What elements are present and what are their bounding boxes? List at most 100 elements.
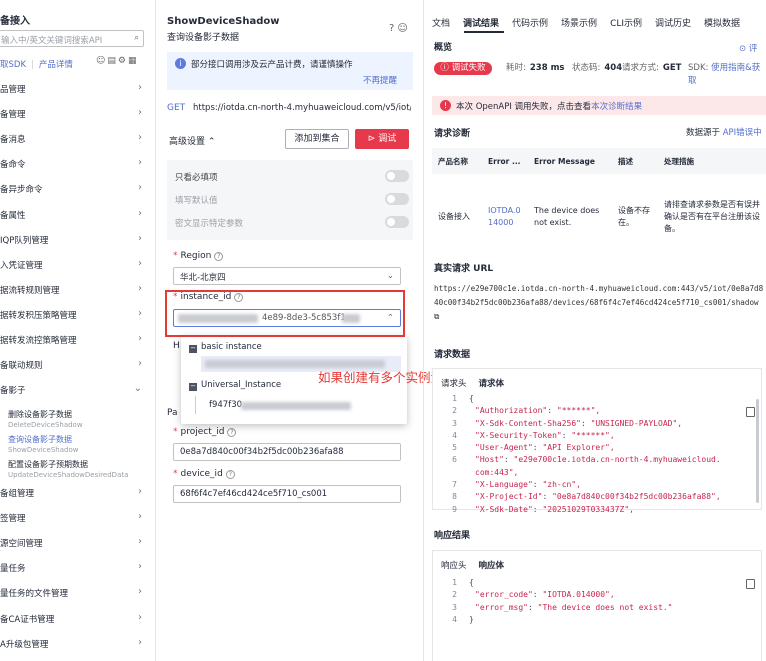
sidebar-item[interactable]: 备消息 › bbox=[0, 132, 148, 147]
tab-result-3[interactable]: 场景示例 bbox=[561, 16, 597, 29]
code-line: 9 "X-Sdk-Date": "20251029T033437Z", bbox=[452, 504, 634, 514]
table-cell[interactable]: IOTDA.014000 bbox=[482, 174, 528, 260]
request-code: 1{2 "Authorization": "******", 3 "X-Sdk-Con… bbox=[433, 393, 721, 516]
cipher-display-toggle[interactable] bbox=[385, 216, 409, 228]
sidebar-item[interactable]: 据转发积压策略管理 › bbox=[0, 308, 148, 323]
diagnosis-source: 数据源于 API错误中 bbox=[686, 128, 762, 138]
chevron-right-icon: › bbox=[138, 586, 142, 598]
sidebar-item[interactable]: IQP队列管理 › bbox=[0, 233, 148, 248]
smile-icon[interactable]: ☺ bbox=[397, 23, 410, 34]
tab-response-body[interactable]: 响应体 bbox=[479, 561, 505, 571]
error-center-link[interactable]: API错误中 bbox=[723, 128, 762, 138]
chevron-right-icon: › bbox=[138, 358, 142, 370]
sidebar-subitem[interactable]: 配置设备影子预期数据 UpdateDeviceShadowDesiredData bbox=[8, 459, 128, 479]
sidebar-item[interactable]: 品管理 › bbox=[0, 82, 148, 97]
tab-result-1[interactable]: 调试结果 bbox=[463, 16, 499, 29]
chevron-right-icon: › bbox=[138, 282, 142, 294]
tab-result-2[interactable]: 代码示例 bbox=[512, 16, 548, 29]
diagnosis-link[interactable]: 本次诊断结果 bbox=[591, 102, 642, 112]
sidebar-item[interactable]: 签管理 › bbox=[0, 511, 148, 526]
table-cell: 请排查请求参数是否有误并确认是否有在平台注册该设备。 bbox=[664, 200, 760, 233]
table-header: 产品名称 bbox=[432, 148, 482, 174]
sidebar-item[interactable]: 据转发流控策略管理 › bbox=[0, 333, 148, 348]
dropdown-group-universal: − Universal_Instance bbox=[189, 380, 282, 391]
latency: 耗时: 238 ms bbox=[506, 63, 565, 73]
panel-top-icons: ?☺ bbox=[389, 23, 411, 34]
table-header: Error ... bbox=[482, 148, 528, 174]
chevron-right-icon: › bbox=[138, 132, 142, 144]
sidebar-item-label: 备命令 bbox=[0, 160, 26, 171]
tab-result-4[interactable]: CLI示例 bbox=[610, 16, 642, 29]
api-search-input[interactable]: 输入中/英文关键词搜索API ⌕ bbox=[0, 30, 144, 47]
sidebar-subitem[interactable]: 删除设备影子数据 DeleteDeviceShadow bbox=[8, 409, 83, 429]
overview-title: 概览 bbox=[434, 43, 453, 53]
diagnosis-title: 请求诊断 bbox=[434, 129, 471, 139]
sidebar-title: 备接入 bbox=[0, 16, 30, 27]
product-details-link[interactable]: 产品详情 bbox=[39, 60, 73, 70]
code-line: 4 "X-Security-Token": "******", bbox=[452, 430, 615, 440]
sidebar-item[interactable]: 备管理 › bbox=[0, 107, 148, 122]
help-icon: ? bbox=[227, 428, 237, 437]
tab-request-body[interactable]: 请求体 bbox=[479, 379, 505, 389]
sidebar-item-label: 量任务的文件管理 bbox=[0, 589, 69, 600]
tab-result-6[interactable]: 模拟数据 bbox=[704, 16, 740, 29]
sidebar-links: 取SDK | 产品详情 bbox=[0, 60, 73, 70]
sidebar-item[interactable]: 备CA证书管理 › bbox=[0, 612, 148, 627]
grid-icon[interactable]: ▦ bbox=[128, 56, 139, 66]
device-id-input[interactable]: 68f6f4c7ef46cd424ce5f710_cs001 bbox=[173, 485, 401, 503]
get-sdk-link[interactable]: 取SDK bbox=[0, 60, 26, 70]
copy-icon[interactable] bbox=[746, 579, 755, 589]
smile-icon[interactable]: ☺ bbox=[96, 56, 107, 66]
code-line: com:443", bbox=[475, 467, 519, 477]
sidebar-item[interactable]: 备异步命令 › bbox=[0, 182, 148, 197]
sidebar-item[interactable]: 据流转规则管理 › bbox=[0, 282, 148, 298]
sidebar-item-label: 源空间管理 bbox=[0, 539, 43, 550]
sidebar-item-label: IQP队列管理 bbox=[0, 235, 49, 246]
sidebar-item[interactable]: 量任务的文件管理 › bbox=[0, 586, 148, 601]
code-line: 8 "X-Project-Id": "0e8a7d840c00f34b2f5dc0… bbox=[452, 492, 721, 502]
sidebar-item[interactable]: 备联动规则 › bbox=[0, 358, 148, 373]
section-pa-label: Pa bbox=[167, 408, 178, 418]
region-select[interactable]: 华北-北京四 ⌄ bbox=[173, 267, 401, 285]
gear-icon[interactable]: ⚙ bbox=[118, 56, 128, 66]
dismiss-notice-link[interactable]: 不再提醒 bbox=[363, 74, 397, 86]
sidebar-item[interactable]: 备影子 ⌄ bbox=[0, 383, 148, 398]
sidebar-item[interactable]: 源空间管理 › bbox=[0, 536, 148, 551]
advanced-settings-toggle[interactable]: 高级设置 ⌃ bbox=[169, 134, 215, 147]
sidebar-item[interactable]: 量任务 › bbox=[0, 561, 148, 576]
sidebar-item-label: 量任务 bbox=[0, 564, 26, 575]
tab-result-0[interactable]: 文档 bbox=[432, 16, 450, 29]
tab-response-headers[interactable]: 响应头 bbox=[441, 561, 467, 571]
project-id-input[interactable]: 0e8a7d840c00f34b2f5dc00b236afa88 bbox=[173, 443, 401, 461]
result-panel: 文档 调试结果 代码示例 场景示例 CLI示例 调试历史 模拟数据 概览 ⊙ 评 ⓘ 调试失… bbox=[423, 0, 766, 661]
sidebar-item[interactable]: 备命令 › bbox=[0, 157, 148, 172]
sidebar-item-label: 据转发积压策略管理 bbox=[0, 310, 77, 321]
fill-default-toggle[interactable] bbox=[385, 193, 409, 205]
tab-request-headers[interactable]: 请求头 bbox=[441, 379, 467, 389]
response-title: 响应结果 bbox=[434, 531, 471, 541]
dropdown-option-universal[interactable]: f947f30 bbox=[209, 400, 242, 410]
tab-result-5[interactable]: 调试历史 bbox=[655, 16, 691, 29]
sidebar-item[interactable]: A升级包管理 › bbox=[0, 637, 148, 652]
doc-icon[interactable]: ▤ bbox=[107, 56, 118, 66]
sidebar-item-label: 备联动规则 bbox=[0, 361, 43, 372]
sidebar-item[interactable]: 入凭证管理 › bbox=[0, 258, 148, 273]
request-url-bar: GET https://iotda.cn-north-4.myhuaweiclo… bbox=[167, 103, 413, 120]
debug-button[interactable]: ⊳ 调试 bbox=[355, 129, 409, 149]
code-line: 3 "X-Sdk-Content-Sha256": "UNSIGNED-PAYLO… bbox=[452, 418, 683, 428]
sidebar-item[interactable]: 备属性 › bbox=[0, 208, 148, 223]
chevron-up-icon: ⌃ bbox=[207, 137, 216, 147]
sidebar-item-label: 入凭证管理 bbox=[0, 260, 43, 271]
feedback-link[interactable]: ⊙ 评 bbox=[739, 42, 757, 54]
sidebar-item[interactable]: 备组管理 › bbox=[0, 486, 148, 501]
sidebar-subitem[interactable]: 查询设备影子数据 ShowDeviceShadow bbox=[8, 434, 78, 454]
required-only-toggle[interactable] bbox=[385, 170, 409, 182]
add-to-collection-button[interactable]: 添加到集合 bbox=[285, 129, 349, 149]
search-icon[interactable]: ⌕ bbox=[134, 33, 139, 43]
real-request-url: https://e29e700c1e.iotda.cn-north-4.myhu… bbox=[434, 284, 764, 321]
copy-icon[interactable] bbox=[746, 407, 755, 417]
api-name: ShowDeviceShadow bbox=[167, 16, 280, 27]
highlight-box bbox=[165, 290, 405, 337]
copy-icon[interactable]: ⧉ bbox=[434, 312, 439, 321]
sdk-info: SDK: 使用指南&获取 bbox=[688, 63, 761, 86]
